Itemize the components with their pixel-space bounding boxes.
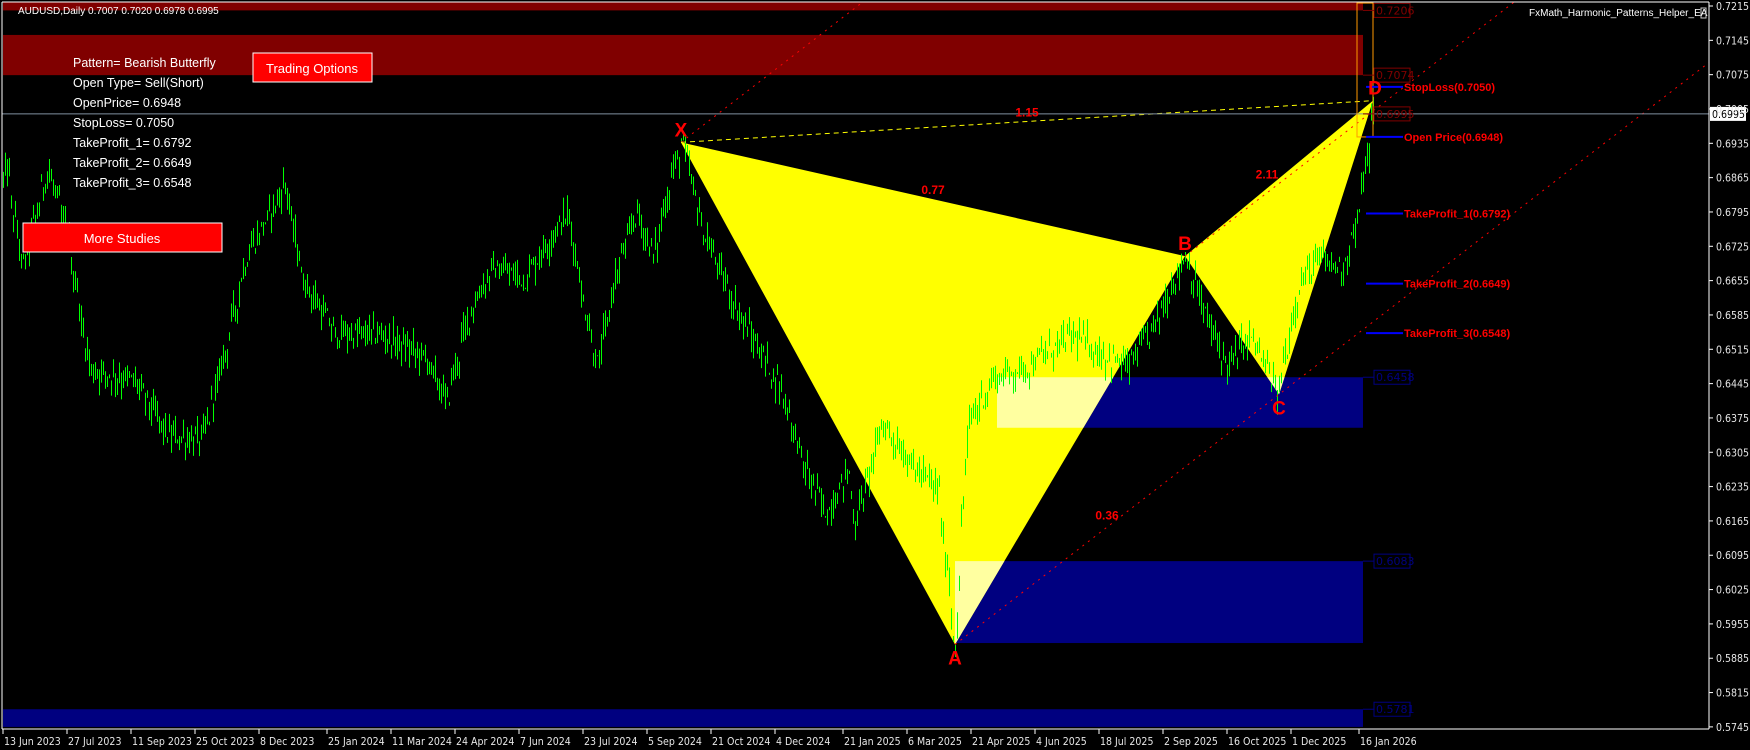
symbol-info: AUDUSD,Daily 0.7007 0.7020 0.6978 0.6995 xyxy=(18,6,219,17)
more-studies-button[interactable]: More Studies xyxy=(22,222,223,253)
level-label: Open Price(0.6948) xyxy=(1404,132,1503,144)
panel-line: TakeProfit_3= 0.6548 xyxy=(73,176,192,190)
time-tick-label: 25 Oct 2023 xyxy=(196,736,254,748)
price-tick-label: 0.5885 xyxy=(1716,653,1749,665)
ratio-label-xd: 1.15 xyxy=(1015,105,1039,119)
price-tick-label: 0.7215 xyxy=(1716,1,1749,13)
price-tick-label: 0.6305 xyxy=(1716,447,1749,459)
demand-zone-label: 0.6458 xyxy=(1376,371,1415,384)
panel-line: TakeProfit_2= 0.6649 xyxy=(73,156,192,170)
price-tick-label: 0.5745 xyxy=(1716,722,1749,734)
level-label: TakeProfit_3(0.6548) xyxy=(1404,328,1511,340)
time-tick-label: 7 Jun 2024 xyxy=(520,736,571,748)
time-tick-label: 25 Jan 2024 xyxy=(328,736,385,748)
time-tick-label: 23 Jul 2024 xyxy=(584,736,637,748)
price-tick-label: 0.6655 xyxy=(1716,276,1749,288)
trading-options-button[interactable]: Trading Options xyxy=(252,52,373,83)
trading-options-label: Trading Options xyxy=(266,61,359,76)
pattern-point-d: D xyxy=(1368,79,1382,100)
price-tick-label: 0.6935 xyxy=(1716,138,1749,150)
level-label: TakeProfit_2(0.6649) xyxy=(1404,279,1511,291)
time-tick-label: 4 Dec 2024 xyxy=(776,736,830,748)
demand-zone-label: 0.5781 xyxy=(1376,703,1415,716)
price-tick-label: 0.6025 xyxy=(1716,585,1749,597)
ea-name: FxMath_Harmonic_Patterns_Helper_EA xyxy=(1529,8,1708,19)
time-tick-label: 4 Jun 2025 xyxy=(1036,736,1087,748)
price-tick-label: 0.5955 xyxy=(1716,619,1749,631)
time-tick-label: 6 Mar 2025 xyxy=(908,736,962,748)
price-tick-label: 0.6095 xyxy=(1716,550,1749,562)
time-tick-label: 2 Sep 2025 xyxy=(1164,736,1218,748)
time-tick-label: 21 Apr 2025 xyxy=(972,736,1030,748)
level-label: StopLoss(0.7050) xyxy=(1404,82,1495,94)
time-tick-label: 11 Mar 2024 xyxy=(392,736,452,748)
panel-line: Open Type= Sell(Short) xyxy=(73,76,204,90)
level-label: TakeProfit_1(0.6792) xyxy=(1404,208,1511,220)
panel-line: TakeProfit_1= 0.6792 xyxy=(73,136,192,150)
more-studies-label: More Studies xyxy=(84,231,161,246)
current-box-label: 0.6995 xyxy=(1376,108,1415,121)
supply-zone-label: 0.7206 xyxy=(1376,4,1415,17)
time-tick-label: 21 Oct 2024 xyxy=(712,736,770,748)
price-tick-label: 0.7145 xyxy=(1716,35,1749,47)
price-tick-label: 0.6165 xyxy=(1716,516,1749,528)
price-tick-label: 0.6725 xyxy=(1716,241,1749,253)
time-tick-label: 16 Oct 2025 xyxy=(1228,736,1286,748)
demand-zone xyxy=(955,561,1363,644)
demand-zone xyxy=(3,709,1363,727)
pattern-point-c: C xyxy=(1272,398,1286,419)
price-tick-label: 0.6795 xyxy=(1716,207,1749,219)
time-tick-label: 8 Dec 2023 xyxy=(260,736,314,748)
price-tick-label: 0.6865 xyxy=(1716,173,1749,185)
pattern-point-x: X xyxy=(675,120,688,141)
time-tick-label: 24 Apr 2024 xyxy=(456,736,514,748)
panel-line: StopLoss= 0.7050 xyxy=(73,116,174,130)
pattern-point-b: B xyxy=(1178,234,1192,255)
price-tick-label: 0.7005 xyxy=(1716,104,1749,116)
price-tick-label: 0.6445 xyxy=(1716,379,1749,391)
time-tick-label: 16 Jan 2026 xyxy=(1360,736,1417,748)
price-tick-label: 0.7075 xyxy=(1716,70,1749,82)
panel-line: Pattern= Bearish Butterfly xyxy=(73,56,217,70)
pattern-point-a: A xyxy=(948,649,962,670)
ratio-label-xb: 0.77 xyxy=(921,183,945,197)
price-tick-label: 0.6585 xyxy=(1716,310,1749,322)
time-tick-label: 1 Dec 2025 xyxy=(1292,736,1346,748)
price-tick-label: 0.6235 xyxy=(1716,482,1749,494)
time-tick-label: 18 Jul 2025 xyxy=(1100,736,1153,748)
panel-line: OpenPrice= 0.6948 xyxy=(73,96,181,110)
ratio-label-ac: 0.36 xyxy=(1095,508,1119,522)
time-tick-label: 21 Jan 2025 xyxy=(844,736,901,748)
price-tick-label: 0.6515 xyxy=(1716,344,1749,356)
time-tick-label: 11 Sep 2023 xyxy=(132,736,192,748)
price-tick-label: 0.6375 xyxy=(1716,413,1749,425)
ratio-label-bd: 2.11 xyxy=(1256,167,1279,181)
time-tick-label: 27 Jul 2023 xyxy=(68,736,121,748)
time-tick-label: 5 Sep 2024 xyxy=(648,736,702,748)
time-tick-label: 13 Jun 2023 xyxy=(4,736,61,748)
price-chart[interactable]: 0.72060.70740.64580.60830.57810.69950.69… xyxy=(0,0,1750,750)
price-tick-label: 0.5815 xyxy=(1716,688,1749,700)
demand-zone-label: 0.6083 xyxy=(1376,555,1415,568)
